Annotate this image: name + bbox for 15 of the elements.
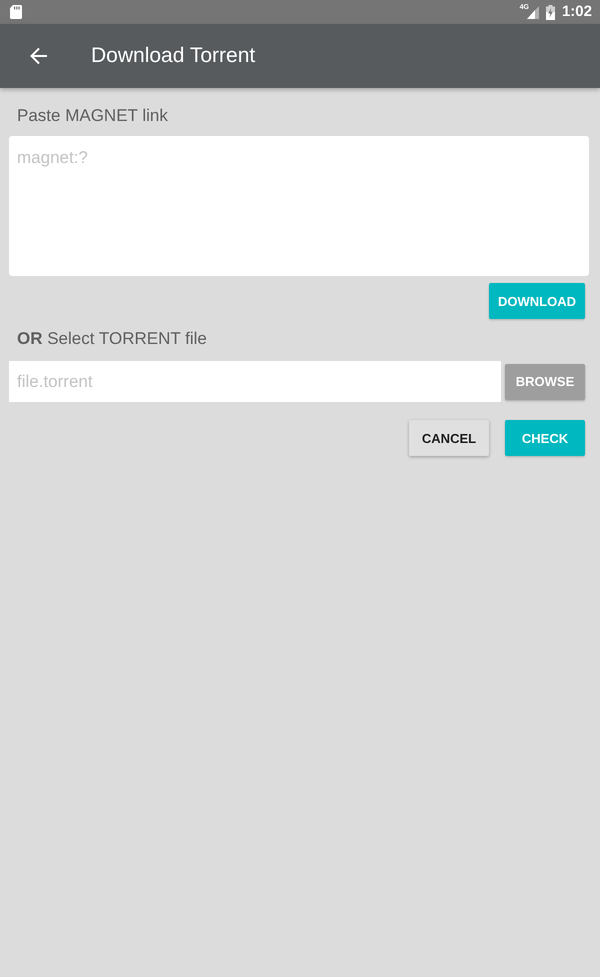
sd-card-icon — [10, 5, 22, 19]
check-button[interactable]: CHECK — [505, 420, 585, 456]
magnet-label: Paste MAGNET link — [17, 105, 169, 127]
screen-title: Download Torrent — [91, 44, 256, 68]
torrent-file-label: OR Select TORRENT file — [17, 328, 208, 350]
signal-icon — [526, 6, 539, 19]
magnet-link-field[interactable]: magnet:? — [9, 136, 589, 276]
torrent-file-field[interactable]: file.torrent — [9, 361, 501, 402]
cancel-button[interactable]: CANCEL — [409, 420, 489, 456]
back-arrow-icon — [30, 47, 48, 65]
clock-time: 1:02 — [562, 3, 592, 21]
browse-button[interactable]: BROWSE — [505, 364, 585, 400]
back-button[interactable] — [30, 47, 48, 65]
battery-icon — [546, 4, 555, 20]
download-button[interactable]: DOWNLOAD — [489, 283, 585, 319]
